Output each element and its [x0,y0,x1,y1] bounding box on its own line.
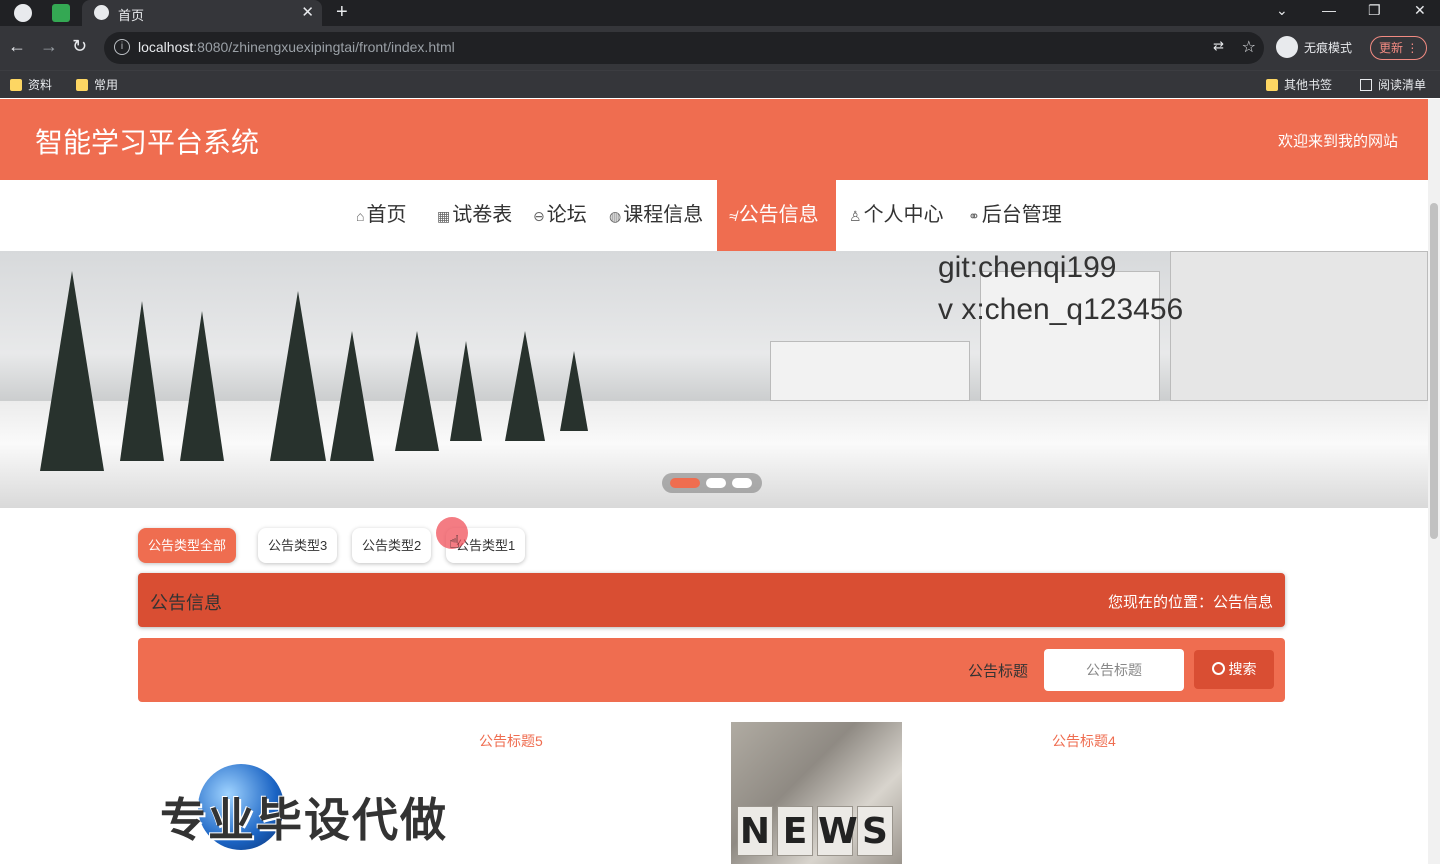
carousel-dot[interactable] [670,478,700,488]
reload-icon[interactable]: ↻ [72,36,87,57]
update-button[interactable]: 更新 ⋮ [1370,36,1428,60]
bookmarks-bar: 资料 常用 其他书签 阅读清单 [0,70,1440,98]
site-header: 智能学习平台系统 欢迎来到我的网站 [0,99,1428,180]
incognito-label: 无痕模式 [1304,40,1353,55]
main-nav: ⌂ 首页 ▦ 试卷表 ⊖ 论坛 ◍ 课程信息 ≉ 公告信息 ♙ 个人中心 ⚭ 后台管理 [0,180,1428,251]
incognito-indicator[interactable]: 无痕模式 [1276,36,1352,58]
search-button[interactable]: 搜索 [1194,650,1274,689]
incognito-icon [1276,36,1298,58]
address-toolbar: ← → ↻ i localhost:8080/zhinengxuexipingt… [0,26,1440,70]
page-scrollbar[interactable] [1428,99,1440,864]
banner-tree [330,331,374,461]
bookmark-star-icon[interactable]: ☆ [1242,37,1256,57]
exam-icon: ▦ [437,208,451,224]
banner-tree [40,271,104,471]
carousel-dot[interactable] [706,478,726,488]
section-title: 公告信息 [150,593,222,613]
home-icon: ⌂ [356,208,365,224]
banner-tree [505,331,545,441]
news-letter-block: W [817,806,858,856]
tab-close-icon[interactable]: ✕ [301,3,314,21]
watermark-line2: v x:chen_q123456 [938,293,1184,326]
banner-tree [560,351,588,431]
card-image[interactable]: 专业毕设代做 [138,760,468,864]
hand-pointer-icon: ☝ [449,532,460,552]
url-text[interactable]: localhost:8080/zhinengxuexipingtai/front… [138,39,455,55]
minimize-icon[interactable]: — [1322,2,1336,18]
site-info-icon[interactable]: i [114,39,130,55]
banner-house [980,271,1160,401]
folder-icon [10,78,22,91]
nav-item-profile[interactable]: ♙ 个人中心 [849,180,944,251]
nav-item-notice[interactable]: ≉ 公告信息 [717,180,836,251]
watermark-line1: git:chenqi199 [938,251,1117,284]
banner-carousel[interactable]: git:chenqi199 v x:chen_q123456 [0,251,1428,508]
tab-title: 首页 [118,8,145,23]
restore-icon[interactable]: ❐ [1368,2,1381,19]
card-title[interactable]: 公告标题5 [479,731,543,751]
card-title[interactable]: 公告标题4 [1052,731,1116,751]
welcome-text: 欢迎来到我的网站 [1277,133,1398,150]
section-header: 公告信息 您现在的位置：公告信息 [138,573,1285,627]
nav-item-home[interactable]: ⌂ 首页 [356,180,406,251]
scrollbar-thumb[interactable] [1430,203,1438,539]
browser-tab-active[interactable]: 首页 ✕ [82,0,322,26]
search-panel: 公告标题 搜索 [138,638,1285,702]
bookmark-folder-ziliao[interactable]: 资料 [10,76,52,93]
carousel-dot[interactable] [732,478,752,488]
tab-search-icon[interactable]: ⌄ [1276,2,1288,19]
banner-tree [450,341,482,441]
nav-item-admin[interactable]: ⚭ 后台管理 [968,180,1062,251]
card-image[interactable]: N E W S [731,722,902,864]
address-bar[interactable]: i localhost:8080/zhinengxuexipingtai/fro… [104,32,1264,64]
filter-chip-type2[interactable]: 公告类型2 [352,528,432,563]
banner-tree [395,331,439,451]
banner-house [1170,251,1428,401]
news-letter-blocks: N E W S [737,806,893,856]
search-input[interactable] [1044,649,1184,691]
card-image-text: 专业毕设代做 [160,794,448,846]
sheets-tab-icon[interactable] [52,4,70,22]
new-tab-icon[interactable]: + [336,1,348,24]
breadcrumb: 您现在的位置：公告信息 [1107,594,1273,611]
news-letter-block: N [737,806,773,856]
nav-item-course[interactable]: ◍ 课程信息 [609,180,703,251]
banner-tree [270,291,326,461]
bookmark-folder-changyong[interactable]: 常用 [76,76,118,93]
close-window-icon[interactable]: ✕ [1414,2,1426,19]
search-label: 公告标题 [968,663,1029,680]
bookmark-folder-other[interactable]: 其他书签 [1266,76,1332,93]
folder-icon [1266,78,1278,91]
filter-chip-type3[interactable]: 公告类型3 [258,528,338,563]
notice-icon: ≉ [729,208,737,224]
nav-item-exam[interactable]: ▦ 试卷表 [437,180,512,251]
browser-tab-strip: 首页 ✕ + ⌄ — ❐ ✕ [0,0,1440,26]
reading-list-icon [1360,78,1372,91]
banner-house [770,341,970,401]
back-icon[interactable]: ← [8,36,26,57]
banner-tree [180,311,224,461]
reading-list[interactable]: 阅读清单 [1360,76,1426,93]
forward-icon[interactable]: → [40,36,58,57]
news-letter-block: E [777,806,813,856]
carousel-indicators [662,473,762,493]
folder-icon [76,78,88,91]
course-icon: ◍ [609,208,622,224]
user-icon: ♙ [849,208,862,224]
translate-icon[interactable]: ⇄ [1213,38,1224,54]
globe-icon [94,5,109,20]
forum-icon: ⊖ [533,208,545,224]
nav-item-forum[interactable]: ⊖ 论坛 [533,180,587,251]
search-icon [1211,662,1225,675]
banner-tree [120,301,164,461]
link-icon: ⚭ [968,208,980,224]
news-letter-block: S [857,806,893,856]
filter-chip-all[interactable]: 公告类型全部 [138,528,237,563]
site-title: 智能学习平台系统 [35,127,260,158]
browser-menu-icon[interactable] [14,4,32,22]
